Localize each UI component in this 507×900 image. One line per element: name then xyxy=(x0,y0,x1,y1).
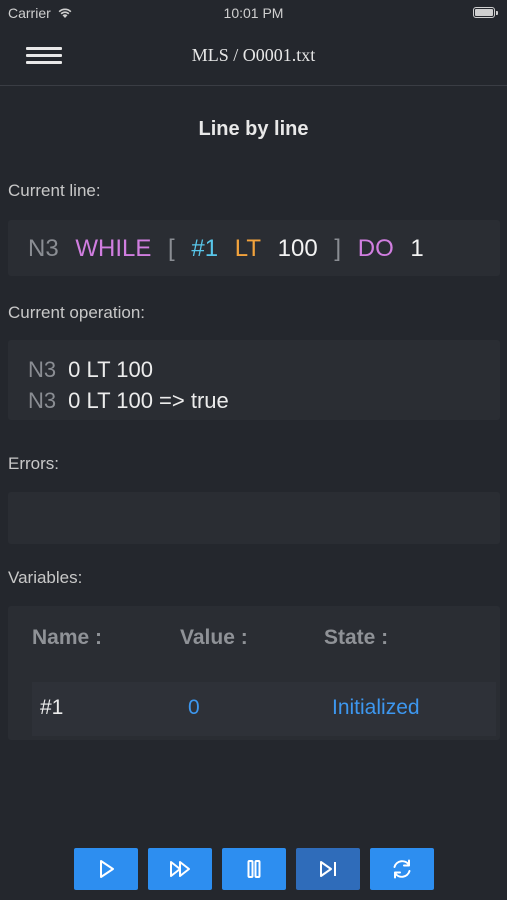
variable-value: 0 xyxy=(188,696,200,719)
operation-line-number: N3 xyxy=(28,357,57,382)
variables-table: Name : Value : State : #1 0 Initialized xyxy=(32,622,496,736)
reload-icon xyxy=(393,859,411,879)
variable-name: #1 xyxy=(40,696,64,719)
battery-icon xyxy=(473,7,498,18)
current-line-panel: N3 WHILE [ #1 LT 100 ] DO 1 xyxy=(8,220,500,276)
value-token: 1 xyxy=(410,235,424,262)
current-line-code: N3 WHILE [ #1 LT 100 ] DO 1 xyxy=(28,235,434,263)
pause-icon xyxy=(247,860,261,878)
current-line-label: Current line: xyxy=(8,181,101,200)
keyword-token: DO xyxy=(357,235,394,262)
page-title: Line by line xyxy=(198,118,309,140)
keyword-token: WHILE xyxy=(75,235,152,262)
variable-state: Initialized xyxy=(332,696,420,719)
step-forward-button[interactable] xyxy=(296,848,360,890)
bracket-token: [ xyxy=(168,235,175,262)
table-row: #1 0 Initialized xyxy=(32,682,496,736)
errors-panel xyxy=(8,492,500,544)
operator-token: LT xyxy=(234,235,261,262)
status-time: 10:01 PM xyxy=(223,5,284,21)
fast-forward-icon xyxy=(170,861,190,877)
playback-controls xyxy=(0,848,507,890)
variable-token: #1 xyxy=(191,235,219,262)
file-path-title: MLS / O0001.txt xyxy=(191,45,316,65)
variables-panel: Name : Value : State : #1 0 Initialized xyxy=(8,606,500,740)
line-number-token: N3 xyxy=(28,235,59,262)
fast-forward-button[interactable] xyxy=(148,848,212,890)
name-column-header: Name : xyxy=(32,626,103,649)
variables-table-header: Name : Value : State : xyxy=(32,622,496,682)
step-forward-icon xyxy=(320,861,336,877)
play-button[interactable] xyxy=(74,848,138,890)
value-token: 100 xyxy=(277,235,318,262)
value-column-header: Value : xyxy=(180,626,248,649)
current-operation-label: Current operation: xyxy=(8,303,146,322)
operation-line: N3 0 LT 100 => true xyxy=(28,388,229,414)
current-operation-panel: N3 0 LT 100 N3 0 LT 100 => true xyxy=(8,340,500,420)
operation-line: N3 0 LT 100 xyxy=(28,357,153,383)
operation-line-number: N3 xyxy=(28,388,57,413)
pause-button[interactable] xyxy=(222,848,286,890)
errors-label: Errors: xyxy=(8,454,59,473)
operation-text: 0 LT 100 xyxy=(68,357,153,382)
navigation-bar: MLS / O0001.txt xyxy=(0,28,507,86)
bracket-token: ] xyxy=(334,235,342,262)
state-column-header: State : xyxy=(324,626,389,649)
play-icon xyxy=(100,860,114,878)
status-bar: Carrier 10:01 PM xyxy=(0,0,507,28)
variables-label: Variables: xyxy=(8,568,83,587)
reload-button[interactable] xyxy=(370,848,434,890)
operation-text: 0 LT 100 => true xyxy=(68,388,229,413)
